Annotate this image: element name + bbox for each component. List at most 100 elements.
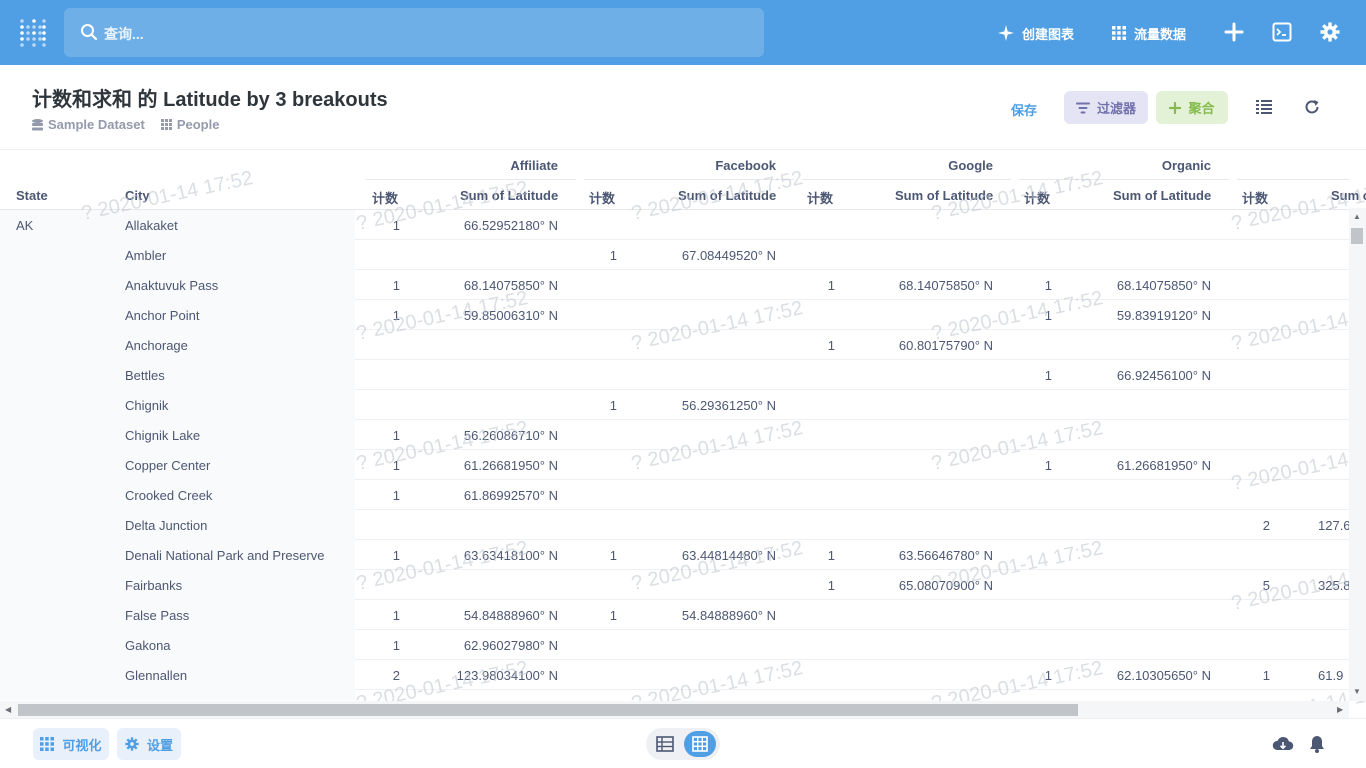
metabase-logo[interactable] xyxy=(18,17,46,49)
cell-count[interactable]: 1 xyxy=(828,338,835,353)
column-header-count[interactable]: 计数 xyxy=(372,188,398,207)
cell-sum-latitude[interactable]: 123.98034100° N xyxy=(457,668,558,683)
cell-city[interactable]: Anchorage xyxy=(125,338,188,353)
cell-sum-latitude[interactable]: 59.85006310° N xyxy=(464,308,558,323)
pivot-view-icon[interactable] xyxy=(684,731,716,757)
cell-sum-latitude[interactable]: 65.08070900° N xyxy=(899,578,993,593)
cell-sum-latitude[interactable]: 61.26681950° N xyxy=(1117,458,1211,473)
cell-city[interactable]: False Pass xyxy=(125,608,189,623)
view-toggle[interactable] xyxy=(646,728,720,760)
cell-sum-latitude[interactable]: 60.80175790° N xyxy=(899,338,993,353)
cell-sum-latitude[interactable]: 68.14075850° N xyxy=(1117,278,1211,293)
scroll-up-arrow[interactable]: ▲ xyxy=(1353,212,1361,221)
horizontal-scrollbar-thumb[interactable] xyxy=(18,704,1078,716)
cell-state[interactable]: AK xyxy=(16,218,33,233)
cell-sum-latitude[interactable]: 54.84888960° N xyxy=(682,608,776,623)
breadcrumb-table[interactable]: People xyxy=(160,117,219,132)
cell-count[interactable]: 1 xyxy=(610,248,617,263)
cell-city[interactable]: Denali National Park and Preserve xyxy=(125,548,324,563)
scroll-down-arrow[interactable]: ▼ xyxy=(1353,687,1361,696)
cell-count[interactable]: 1 xyxy=(393,308,400,323)
cell-count[interactable]: 1 xyxy=(393,548,400,563)
column-header-count[interactable]: 计数 xyxy=(807,188,833,207)
filter-button[interactable]: 过滤器 xyxy=(1064,91,1148,124)
cell-count[interactable]: 1 xyxy=(393,608,400,623)
cell-count[interactable]: 1 xyxy=(1263,668,1270,683)
cell-city[interactable]: Gakona xyxy=(125,638,171,653)
cell-city[interactable]: Anaktuvuk Pass xyxy=(125,278,218,293)
cell-sum-latitude[interactable]: 61.26681950° N xyxy=(464,458,558,473)
column-header-state[interactable]: State xyxy=(16,188,48,203)
search-bar[interactable]: 查询... xyxy=(64,8,764,57)
cell-city[interactable]: Copper Center xyxy=(125,458,210,473)
cell-sum-latitude[interactable]: 68.14075850° N xyxy=(899,278,993,293)
cell-count[interactable]: 1 xyxy=(828,578,835,593)
cell-count[interactable]: 1 xyxy=(1045,368,1052,383)
cell-sum-latitude[interactable]: 63.63418100° N xyxy=(464,548,558,563)
sort-list-icon[interactable] xyxy=(1254,97,1274,117)
column-header-sum-latitude[interactable]: Sum of Latitude xyxy=(460,188,558,203)
cell-count[interactable]: 1 xyxy=(828,548,835,563)
cell-sum-latitude[interactable]: 127.6 xyxy=(1318,518,1351,533)
cell-sum-latitude[interactable]: 68.14075850° N xyxy=(464,278,558,293)
cell-sum-latitude[interactable]: 61.9 xyxy=(1318,668,1343,683)
cell-sum-latitude[interactable]: 62.10305650° N xyxy=(1117,668,1211,683)
refresh-icon[interactable] xyxy=(1302,97,1322,117)
cell-city[interactable]: Chignik Lake xyxy=(125,428,200,443)
cell-sum-latitude[interactable]: 54.84888960° N xyxy=(464,608,558,623)
cell-count[interactable]: 1 xyxy=(1045,278,1052,293)
cell-city[interactable]: Fairbanks xyxy=(125,578,182,593)
cell-count[interactable]: 1 xyxy=(393,278,400,293)
create-chart-button[interactable]: 创建图表 xyxy=(998,22,1074,44)
column-header-sum-latitude[interactable]: Sum of Latitude xyxy=(895,188,993,203)
visualize-button[interactable]: 可视化 xyxy=(33,728,109,760)
cell-count[interactable]: 1 xyxy=(610,548,617,563)
traffic-data-button[interactable]: 流量数据 xyxy=(1112,22,1186,44)
download-icon[interactable] xyxy=(1271,732,1295,756)
column-header-sum-latitude[interactable]: Sum of Latitude xyxy=(1113,188,1211,203)
cell-count[interactable]: 1 xyxy=(393,428,400,443)
cell-city[interactable]: Crooked Creek xyxy=(125,488,212,503)
cell-city[interactable]: Bettles xyxy=(125,368,165,383)
aggregate-button[interactable]: 聚合 xyxy=(1156,91,1228,124)
cell-count[interactable]: 1 xyxy=(1045,458,1052,473)
table-view-icon[interactable] xyxy=(656,735,674,758)
cell-city[interactable]: Chignik xyxy=(125,398,168,413)
column-header-sum-latitude-partial[interactable]: Sum o xyxy=(1331,188,1366,203)
terminal-icon[interactable] xyxy=(1270,20,1294,44)
cell-count[interactable]: 2 xyxy=(393,668,400,683)
gear-icon[interactable] xyxy=(1318,20,1342,44)
scroll-left-arrow[interactable]: ◀ xyxy=(5,705,11,714)
cell-count[interactable]: 1 xyxy=(1045,668,1052,683)
scroll-right-arrow[interactable]: ▶ xyxy=(1337,705,1343,714)
cell-sum-latitude[interactable]: 67.08449520° N xyxy=(682,248,776,263)
cell-count[interactable]: 1 xyxy=(610,608,617,623)
cell-city[interactable]: Ambler xyxy=(125,248,166,263)
column-header-count[interactable]: 计数 xyxy=(1242,188,1268,207)
settings-button[interactable]: 设置 xyxy=(117,728,181,760)
search-input[interactable]: 查询... xyxy=(104,24,144,44)
cell-sum-latitude[interactable]: 61.86992570° N xyxy=(464,488,558,503)
cell-city[interactable]: Delta Junction xyxy=(125,518,207,533)
cell-sum-latitude[interactable]: 62.96027980° N xyxy=(464,638,558,653)
cell-count[interactable]: 1 xyxy=(828,278,835,293)
vertical-scrollbar-thumb[interactable] xyxy=(1351,228,1363,244)
cell-sum-latitude[interactable]: 56.26086710° N xyxy=(464,428,558,443)
add-icon[interactable] xyxy=(1222,20,1246,44)
cell-sum-latitude[interactable]: 66.92456100° N xyxy=(1117,368,1211,383)
column-header-sum-latitude[interactable]: Sum of Latitude xyxy=(678,188,776,203)
column-header-city[interactable]: City xyxy=(125,188,150,203)
cell-count[interactable]: 1 xyxy=(393,218,400,233)
cell-count[interactable]: 1 xyxy=(393,488,400,503)
cell-sum-latitude[interactable]: 63.44814480° N xyxy=(682,548,776,563)
cell-sum-latitude[interactable]: 59.83919120° N xyxy=(1117,308,1211,323)
cell-sum-latitude[interactable]: 63.56646780° N xyxy=(899,548,993,563)
cell-count[interactable]: 1 xyxy=(393,458,400,473)
cell-sum-latitude[interactable]: 325.8 xyxy=(1318,578,1351,593)
bell-icon[interactable] xyxy=(1305,732,1329,756)
vertical-scrollbar[interactable] xyxy=(1349,208,1366,701)
cell-count[interactable]: 1 xyxy=(610,398,617,413)
cell-sum-latitude[interactable]: 56.29361250° N xyxy=(682,398,776,413)
cell-count[interactable]: 1 xyxy=(1045,308,1052,323)
cell-city[interactable]: Anchor Point xyxy=(125,308,199,323)
